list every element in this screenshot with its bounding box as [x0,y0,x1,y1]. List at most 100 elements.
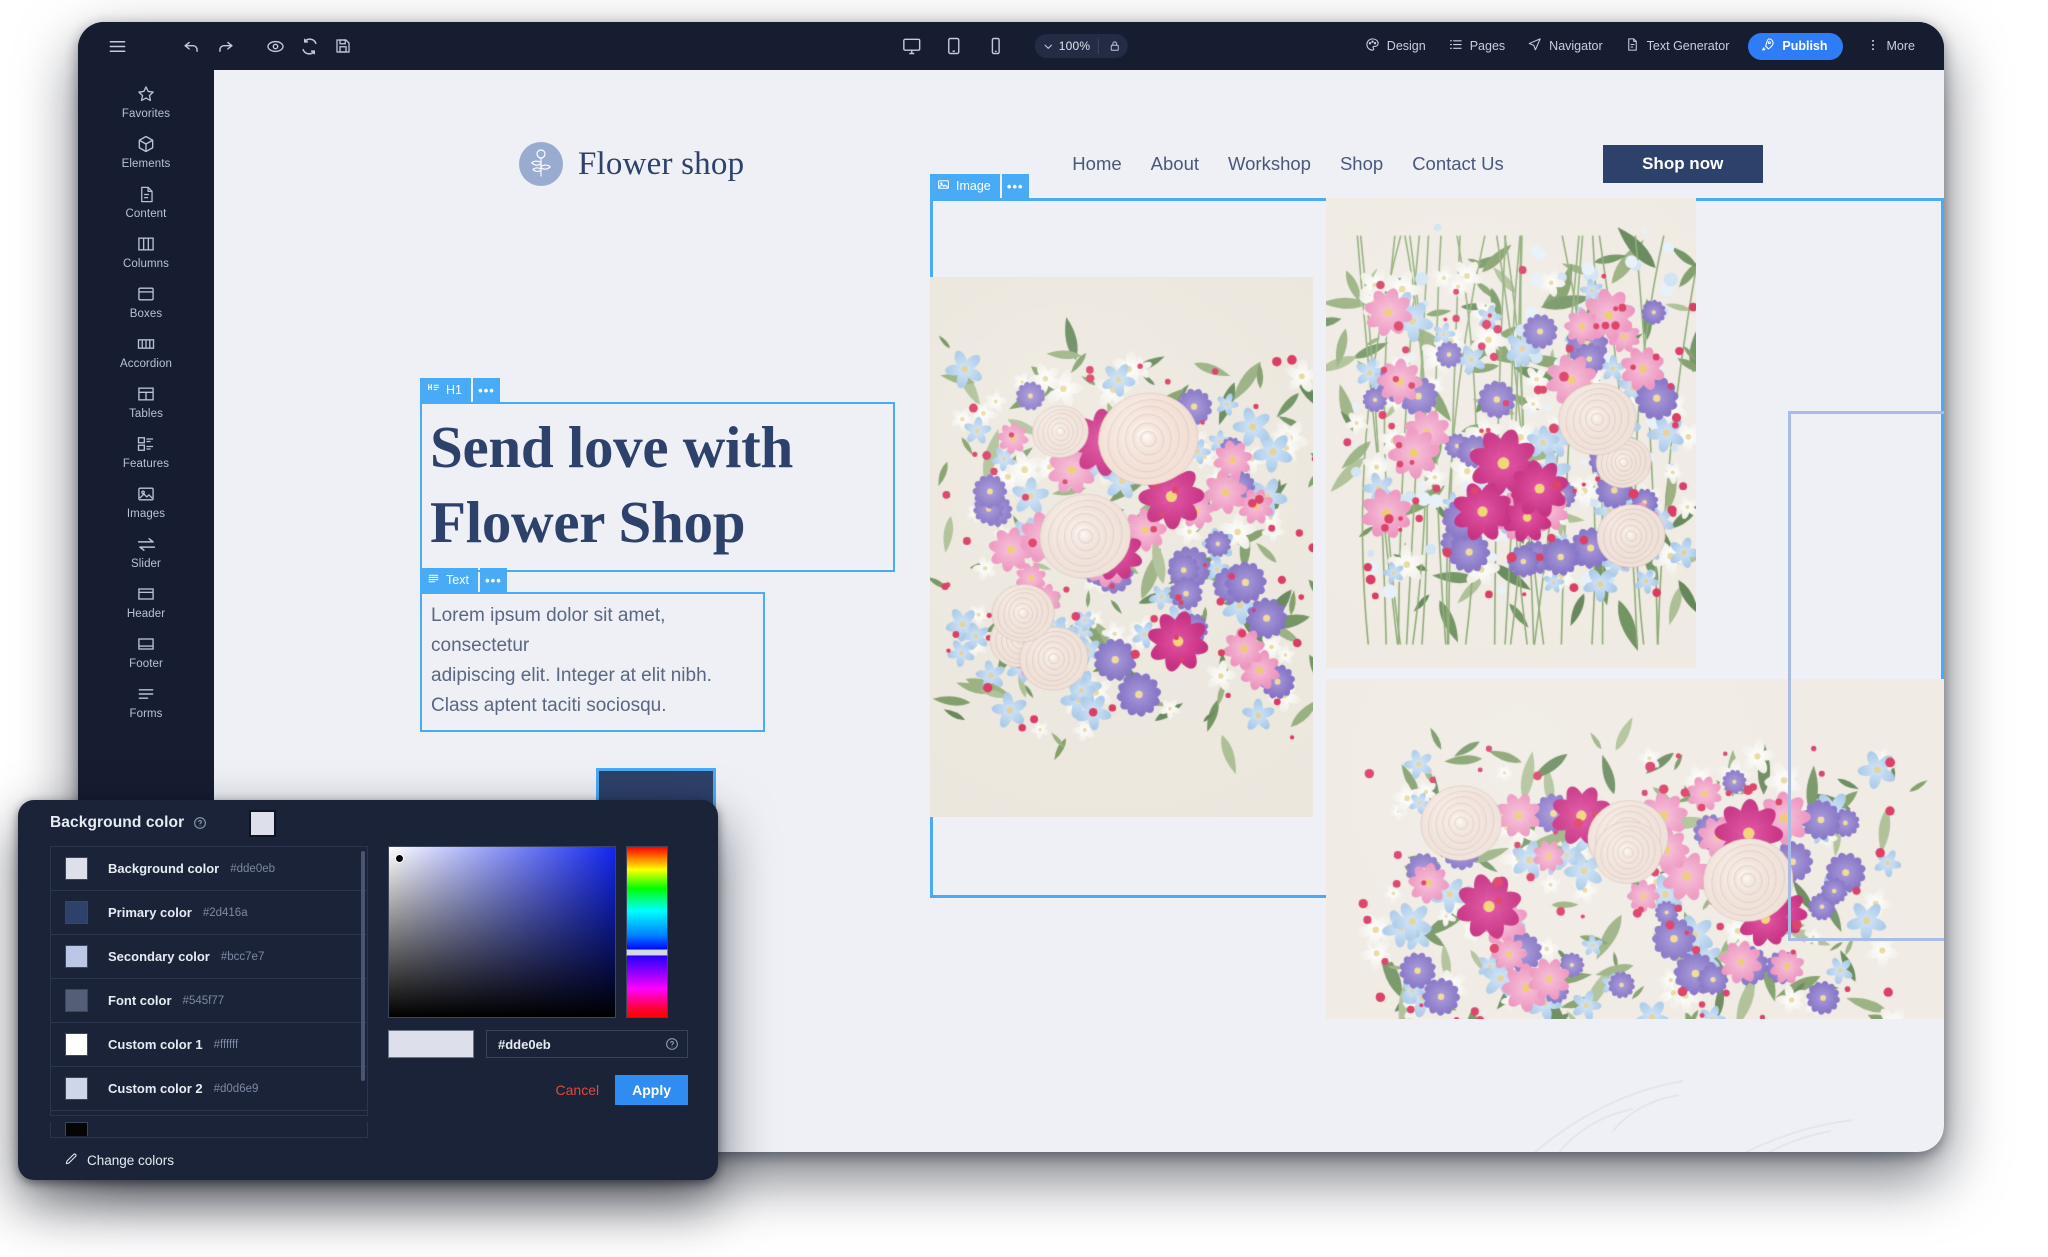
sv-selector-handle[interactable] [395,854,404,863]
sidebar-label: Slider [131,558,161,570]
color-row-primary[interactable]: Primary color #2d416a [51,891,367,935]
picker-row [388,846,688,1018]
change-colors-label: Change colors [87,1153,174,1168]
refresh-icon[interactable] [292,29,326,63]
desktop-icon[interactable] [895,29,929,63]
sidebar-item-favorites[interactable]: Favorites [78,76,214,126]
hue-slider-handle[interactable] [626,949,668,956]
heading-selection-badge[interactable]: H1 ••• [420,378,500,402]
nav-link-shop[interactable]: Shop [1340,153,1383,175]
undo-icon[interactable] [174,29,208,63]
sidebar-item-slider[interactable]: Slider [78,526,214,576]
image-gallery-section[interactable] [930,198,1944,898]
nav-link-contact-us[interactable]: Contact Us [1412,153,1504,175]
screenshot-root: 100% Design P [0,0,2048,1257]
hue-slider-lower[interactable] [626,950,668,1018]
pages-button[interactable]: Pages [1437,31,1516,61]
color-hex: #d0d6e9 [214,1083,259,1095]
sidebar-item-features[interactable]: Features [78,426,214,476]
site-navigation: Home About Workshop Shop Contact Us Shop… [1072,145,1762,183]
color-row-custom-2[interactable]: Custom color 2 #d0d6e9 [51,1067,367,1111]
publish-button[interactable]: Publish [1748,33,1842,60]
sidebar-item-boxes[interactable]: Boxes [78,276,214,326]
document-icon [1625,37,1640,55]
photo-bottom-right[interactable] [1326,679,1944,1019]
color-swatch [65,1122,88,1136]
color-swatch [65,1077,88,1100]
toolbar-left-group [78,29,360,63]
image-badge-more-icon[interactable]: ••• [1002,174,1029,198]
text-badge-main[interactable]: Text [420,568,478,592]
sidebar-item-elements[interactable]: Elements [78,126,214,176]
sidebar-item-header[interactable]: Header [78,576,214,626]
sidebar-item-columns[interactable]: Columns [78,226,214,276]
dialog-header: Background color [18,800,718,846]
text-selection-badge[interactable]: Text ••• [420,568,507,592]
nav-link-workshop[interactable]: Workshop [1228,153,1311,175]
color-row-custom-1[interactable]: Custom color 1 #ffffff [51,1023,367,1067]
image-selection-badge[interactable]: Image ••• [930,174,1029,198]
question-circle-icon[interactable] [665,1037,679,1051]
palette-scrollbar[interactable] [361,851,365,1081]
heading-badge-more-icon[interactable]: ••• [473,378,500,402]
text-badge-more-icon[interactable]: ••• [480,568,507,592]
nav-link-about[interactable]: About [1151,153,1199,175]
columns-icon [136,233,156,255]
sidebar-item-tables[interactable]: Tables [78,376,214,426]
change-colors-button[interactable]: Change colors [64,1152,174,1169]
forms-icon [136,683,156,705]
heading-badge-main[interactable]: H1 [420,378,471,402]
site-logo[interactable]: Flower shop [519,142,744,186]
features-icon [136,433,156,455]
dialog-footer: Change colors [18,1140,718,1180]
photo-top-right[interactable] [1326,198,1696,668]
redo-icon[interactable] [208,29,242,63]
question-circle-icon[interactable] [193,816,207,830]
text-generator-button[interactable]: Text Generator [1614,31,1741,61]
tablet-icon[interactable] [937,29,971,63]
apply-button[interactable]: Apply [615,1075,688,1105]
preview-eye-icon[interactable] [258,29,292,63]
nav-link-home[interactable]: Home [1072,153,1121,175]
hex-input[interactable]: #dde0eb [486,1030,688,1058]
palette-color-list[interactable]: Background color #dde0eb Primary color #… [50,846,368,1116]
mobile-icon[interactable] [979,29,1013,63]
text-block[interactable]: Lorem ipsum dolor sit amet, consectetur … [420,592,765,732]
cube-icon [136,133,156,155]
sidebar-item-footer[interactable]: Footer [78,626,214,676]
sidebar-item-content[interactable]: Content [78,176,214,226]
background-color-dialog[interactable]: Background color Background color #dde0e… [18,800,718,1180]
lock-icon[interactable] [1105,37,1123,55]
heading-block[interactable]: Send love with Flower Shop [420,402,895,572]
leaf-watermark-icon [1493,1011,1944,1152]
shop-now-button[interactable]: Shop now [1603,145,1763,183]
hue-slider-upper[interactable] [626,846,668,950]
hamburger-icon[interactable] [100,29,134,63]
color-row-font[interactable]: Font color #545f77 [51,979,367,1023]
sidebar-item-forms[interactable]: Forms [78,676,214,726]
slider-arrows-icon [136,533,157,555]
photo-main-bouquet[interactable] [930,277,1313,817]
current-color-swatch[interactable] [249,810,276,837]
dialog-title: Background color [50,814,184,832]
save-icon[interactable] [326,29,360,63]
navigator-button[interactable]: Navigator [1516,31,1614,61]
sidebar-item-accordion[interactable]: Accordion [78,326,214,376]
sidebar-item-images[interactable]: Images [78,476,214,526]
image-badge-main[interactable]: Image [930,174,1000,198]
zoom-control[interactable]: 100% [1035,34,1128,58]
pages-label: Pages [1470,39,1505,53]
text-badge-label: Text [446,573,469,587]
color-row-background[interactable]: Background color #dde0eb [51,847,367,891]
image-icon [136,483,156,505]
color-hex: #545f77 [183,995,225,1007]
design-button[interactable]: Design [1354,31,1437,61]
cancel-button[interactable]: Cancel [556,1082,600,1098]
more-button[interactable]: More [1855,31,1926,61]
color-hex: #bcc7e7 [221,951,264,963]
color-row-secondary[interactable]: Secondary color #bcc7e7 [51,935,367,979]
heading-line-1: Send love with [430,410,885,485]
color-row-partial[interactable] [50,1122,368,1138]
color-label: Secondary color [108,949,210,964]
saturation-value-area[interactable] [388,846,616,1018]
